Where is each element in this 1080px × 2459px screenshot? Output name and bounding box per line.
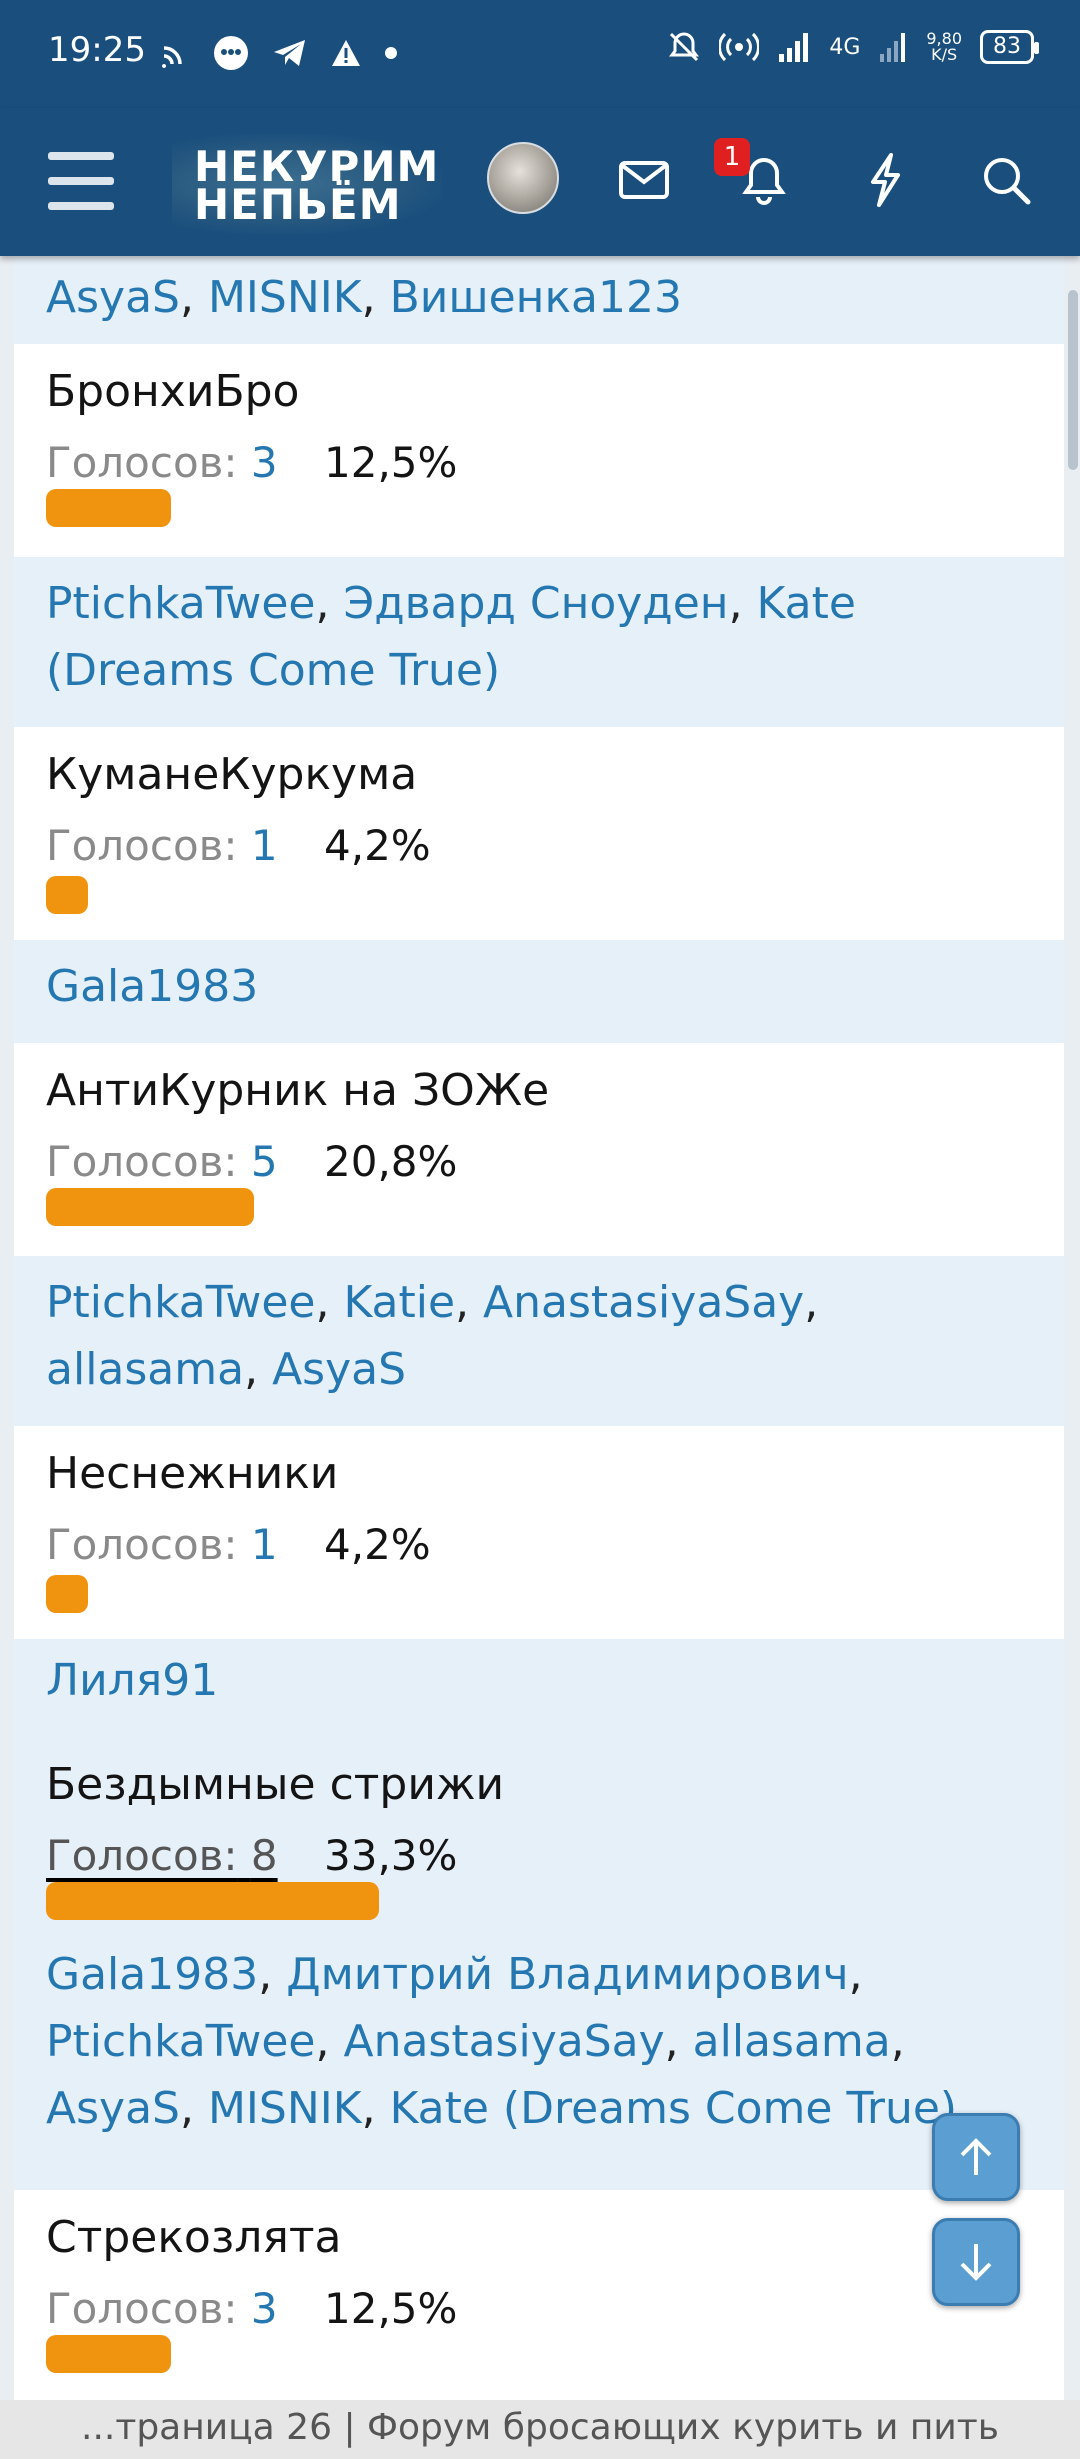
- option-title: Неснежники: [46, 1448, 339, 1499]
- voter-link[interactable]: Эдвард Сноуден: [343, 578, 728, 629]
- voters-list: PtichkaTwee, Katie, AnastasiyaSay, allas…: [14, 1256, 1064, 1426]
- voter-link[interactable]: Kate (Dreams Come True): [390, 2083, 958, 2134]
- avatar[interactable]: [487, 142, 559, 214]
- voter-link[interactable]: Дмитрий Владимирович: [286, 1949, 848, 2000]
- voter-link[interactable]: AsyaS: [46, 2083, 180, 2134]
- cast-icon: [162, 46, 182, 68]
- votes-count[interactable]: Голосов: 5: [46, 1137, 278, 1186]
- votes-count-link[interactable]: Голосов: 8: [46, 1831, 278, 1880]
- voter-link[interactable]: allasama: [693, 2016, 891, 2067]
- telegram-icon: [274, 40, 305, 66]
- status-bar: 19:25 4G 9,80 K/S 83: [0, 0, 1080, 108]
- vote-percent: 20,8%: [324, 1137, 458, 1186]
- arrow-up-icon: [960, 2138, 992, 2175]
- scroll-up-button[interactable]: [932, 2113, 1020, 2201]
- voter-link[interactable]: MISNIK: [208, 2083, 362, 2134]
- voter-link[interactable]: AnastasiyaSay: [483, 1277, 804, 1328]
- scroll-down-button[interactable]: [932, 2218, 1020, 2306]
- option-title: БронхиБро: [46, 366, 300, 417]
- voter-link[interactable]: AnastasiyaSay: [343, 2016, 664, 2067]
- page-title: ...траница 26 | Форум бросающих курить и…: [0, 2400, 1080, 2459]
- status-right-icons: 4G 9,80 K/S 83: [667, 29, 1039, 64]
- option-title: КуманеКуркума: [46, 749, 418, 800]
- voter-link[interactable]: PtichkaTwee: [46, 578, 315, 629]
- warning-icon: [332, 40, 360, 66]
- vote-percent: 4,2%: [324, 821, 431, 870]
- status-time: 19:25: [48, 30, 146, 70]
- lightning-icon[interactable]: [853, 148, 917, 212]
- poll-option: КуманеКуркума Голосов: 1 4,2%: [14, 727, 1064, 940]
- option-title: АнтиКурник на ЗОЖе: [46, 1065, 550, 1116]
- voter-link[interactable]: AsyaS: [272, 1344, 406, 1395]
- voter-link[interactable]: Gala1983: [46, 1949, 258, 2000]
- app-header: НЕКУРИМ НЕПЬЁМ 1: [0, 108, 1080, 256]
- voter-link[interactable]: AsyaS: [46, 272, 180, 323]
- poll-option: Неснежники Голосов: 1 4,2%: [14, 1426, 1064, 1639]
- menu-icon[interactable]: [48, 152, 114, 210]
- vote-bar: [46, 489, 171, 527]
- vote-bar: [46, 1882, 379, 1920]
- vote-percent: 12,5%: [324, 438, 458, 487]
- poll-option: АнтиКурник на ЗОЖе Голосов: 5 20,8%: [14, 1043, 1064, 1256]
- signal-icon: [779, 33, 809, 62]
- voter-link[interactable]: Лиля91: [46, 1655, 218, 1706]
- voters-list: Gala1983, Дмитрий Владимирович, PtichkaT…: [46, 1949, 958, 2134]
- voter-link[interactable]: Katie: [343, 1277, 455, 1328]
- poll-option-highlighted: Лиля91 Бездымные стрижи Голосов: 8 33,3%…: [14, 1639, 1064, 2190]
- vote-percent: 33,3%: [324, 1831, 458, 1880]
- voter-link[interactable]: PtichkaTwee: [46, 2016, 315, 2067]
- votes-count[interactable]: Голосов: 1: [46, 1520, 278, 1569]
- battery-indicator: 83: [980, 30, 1039, 64]
- vote-bar: [46, 876, 88, 914]
- voters-list: Лиля91: [46, 1639, 1032, 1742]
- vote-percent: 4,2%: [324, 1520, 431, 1569]
- status-left-icons: [160, 34, 398, 72]
- voter-link[interactable]: PtichkaTwee: [46, 1277, 315, 1328]
- network-type: 4G: [829, 34, 861, 60]
- voter-link[interactable]: Gala1983: [46, 961, 258, 1012]
- page-scrollbar[interactable]: [1068, 290, 1078, 470]
- site-logo[interactable]: НЕКУРИМ НЕПЬЁМ: [172, 134, 442, 234]
- voter-link[interactable]: MISNIK: [208, 272, 362, 323]
- network-speed: 9,80 K/S: [926, 29, 962, 64]
- voter-link[interactable]: Вишенка123: [390, 272, 682, 323]
- option-title: Бездымные стрижи: [46, 1759, 505, 1810]
- hotspot-icon: [719, 32, 760, 62]
- voters-list: PtichkaTwee, Эдвард Сноуден, Kate (Dream…: [14, 557, 1064, 727]
- arrow-down-icon: [960, 2244, 992, 2281]
- notification-badge: 1: [714, 138, 750, 176]
- chat-app-icon: [214, 36, 248, 70]
- search-icon[interactable]: [974, 148, 1038, 212]
- vote-bar: [46, 1188, 254, 1226]
- poll-option: БронхиБро Голосов: 3 12,5%: [14, 344, 1064, 557]
- dot-icon: [385, 47, 397, 59]
- vote-bar: [46, 1575, 88, 1613]
- votes-count[interactable]: Голосов: 3: [46, 438, 278, 487]
- option-title: Стрекозлята: [46, 2212, 342, 2263]
- signal-icon-2: [880, 33, 906, 62]
- poll-option: Стрекозлята Голосов: 3 12,5%: [14, 2190, 1064, 2410]
- vote-percent: 12,5%: [324, 2284, 458, 2333]
- inbox-icon[interactable]: [612, 148, 676, 212]
- poll-results: AsyaS, MISNIK, Вишенка123 БронхиБро Голо…: [14, 256, 1064, 2410]
- votes-count[interactable]: Голосов: 3: [46, 2284, 278, 2333]
- votes-count[interactable]: Голосов: 1: [46, 821, 278, 870]
- voter-link[interactable]: allasama: [46, 1344, 244, 1395]
- bell-off-icon: [669, 32, 700, 62]
- voters-list: Gala1983: [14, 940, 1064, 1043]
- vote-bar: [46, 2335, 171, 2373]
- voters-list: AsyaS, MISNIK, Вишенка123: [14, 256, 1064, 344]
